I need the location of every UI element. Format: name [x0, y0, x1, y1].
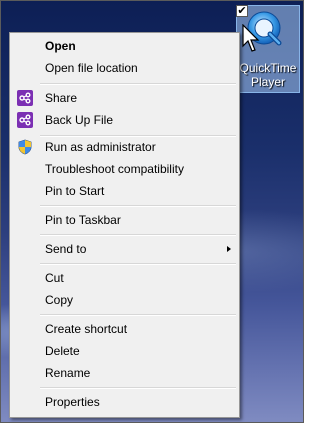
menu-item-label: Delete — [45, 344, 80, 358]
menu-item-share[interactable]: Share — [10, 87, 239, 109]
share-icon — [17, 112, 33, 128]
menu-item-rename[interactable]: Rename — [10, 362, 239, 384]
desktop-icon-label: QuickTime Player — [239, 61, 297, 89]
menu-item-label: Open file location — [45, 61, 138, 75]
menu-separator — [40, 234, 236, 236]
menu-item-copy[interactable]: Copy — [10, 289, 239, 311]
mouse-cursor-icon — [242, 24, 260, 52]
menu-separator — [40, 314, 236, 316]
menu-separator — [40, 205, 236, 207]
menu-item-label: Properties — [45, 395, 100, 409]
context-menu: Open Open file location Share Back Up Fi… — [9, 32, 240, 418]
menu-item-label: Troubleshoot compatibility — [45, 162, 184, 176]
menu-item-label: Send to — [45, 242, 87, 256]
menu-item-delete[interactable]: Delete — [10, 340, 239, 362]
submenu-arrow-icon — [227, 246, 231, 252]
menu-item-label: Open — [45, 39, 76, 53]
menu-item-label: Cut — [45, 271, 64, 285]
desktop: ✔ QuickTime Player Open Open file locati… — [0, 0, 304, 423]
menu-separator — [40, 263, 236, 265]
menu-item-troubleshoot-compatibility[interactable]: Troubleshoot compatibility — [10, 158, 239, 180]
menu-item-label: Run as administrator — [45, 140, 156, 154]
menu-item-label: Pin to Taskbar — [45, 213, 121, 227]
menu-item-label: Back Up File — [45, 113, 114, 127]
menu-item-label: Share — [45, 91, 78, 105]
menu-item-pin-to-start[interactable]: Pin to Start — [10, 180, 239, 202]
share-icon — [17, 90, 33, 106]
menu-item-pin-to-taskbar[interactable]: Pin to Taskbar — [10, 209, 239, 231]
menu-item-back-up-file[interactable]: Back Up File — [10, 109, 239, 131]
menu-item-properties[interactable]: Properties — [10, 391, 239, 413]
menu-separator — [40, 387, 236, 389]
menu-item-label: Rename — [45, 366, 91, 380]
uac-shield-icon — [18, 139, 32, 155]
menu-item-open-file-location[interactable]: Open file location — [10, 57, 239, 79]
menu-item-label: Copy — [45, 293, 74, 307]
menu-item-send-to[interactable]: Send to — [10, 238, 239, 260]
menu-item-run-as-administrator[interactable]: Run as administrator — [10, 136, 239, 158]
menu-item-label: Create shortcut — [45, 322, 128, 336]
menu-separator — [40, 83, 236, 85]
menu-item-open[interactable]: Open — [10, 35, 239, 57]
menu-item-create-shortcut[interactable]: Create shortcut — [10, 318, 239, 340]
menu-item-label: Pin to Start — [45, 184, 105, 198]
menu-item-cut[interactable]: Cut — [10, 267, 239, 289]
